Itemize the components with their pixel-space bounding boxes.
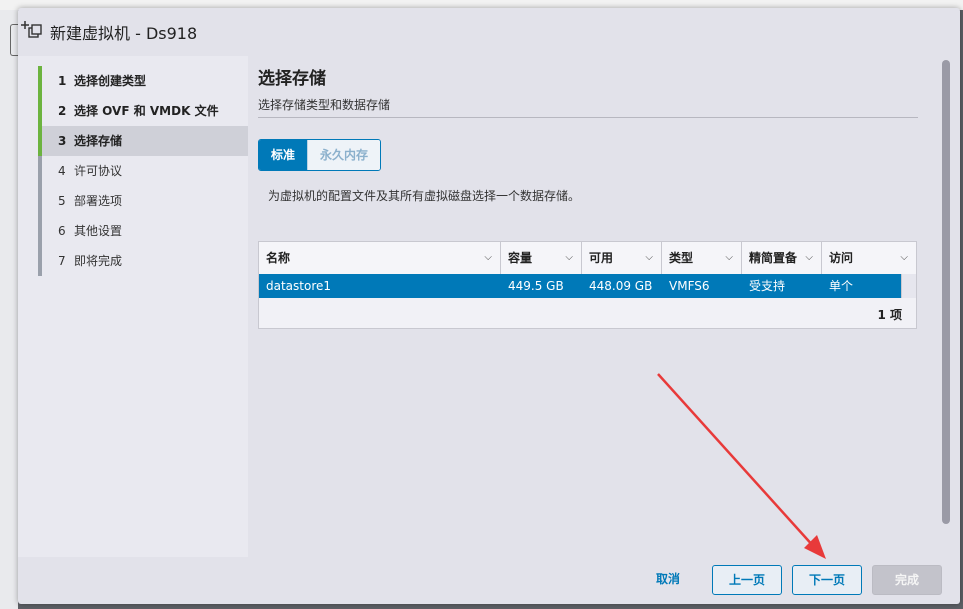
wizard-step-2[interactable]: 2 选择 OVF 和 VMDK 文件	[38, 96, 248, 126]
dialog-title: 新建虚拟机 - Ds918	[50, 24, 198, 43]
wizard-step-list: 1 选择创建类型 2 选择 OVF 和 VMDK 文件 3 选择存储 4 许可协议 5部…	[38, 66, 248, 276]
cell-access: 单个	[829, 279, 854, 293]
column-type[interactable]: 类型 ⌵	[662, 242, 742, 274]
chevron-down-icon[interactable]: ⌵	[725, 242, 733, 274]
column-capacity[interactable]: 容量 ⌵	[501, 242, 582, 274]
main-content: 选择存储 选择存储类型和数据存储 标准 永久内存 为虚拟机的配置文件及其所有虚拟…	[258, 56, 918, 557]
cell-thin-provisioning: 受支持	[749, 279, 786, 293]
dialog-scrollbar[interactable]	[942, 60, 950, 524]
wizard-steps-panel: 1 选择创建类型 2 选择 OVF 和 VMDK 文件 3 选择存储 4 许可协议 5部…	[18, 56, 248, 557]
datastore-description: 为虚拟机的配置文件及其所有虚拟磁盘选择一个数据存储。	[268, 189, 581, 203]
cancel-button[interactable]: 取消	[638, 565, 698, 595]
tab-persistent-memory[interactable]: 永久内存	[307, 140, 381, 170]
wizard-step-7[interactable]: 7 即将完成	[38, 246, 248, 276]
background-app-edge	[0, 10, 19, 609]
column-access[interactable]: 访问 ⌵	[822, 242, 916, 274]
previous-button[interactable]: 上一页	[712, 565, 782, 595]
dialog-title-bar: 新建虚拟机 - Ds918	[18, 8, 960, 54]
cell-free: 448.09 GB	[589, 279, 653, 293]
chevron-down-icon[interactable]: ⌵	[805, 242, 813, 274]
wizard-step-5[interactable]: 5 部署选项	[38, 186, 248, 216]
storage-type-toggle: 标准 永久内存	[258, 139, 382, 171]
grid-scrollbar[interactable]	[901, 274, 916, 298]
column-free[interactable]: 可用 ⌵	[582, 242, 662, 274]
wizard-step-1[interactable]: 1 选择创建类型	[38, 66, 248, 96]
grid-header: 名称 ⌵ 容量 ⌵ 可用 ⌵ 类型 ⌵ 精简置备 ⌵ 访问 ⌵	[259, 242, 916, 275]
dialog-footer: 取消 上一页 下一页 完成	[18, 557, 960, 604]
divider	[258, 117, 918, 118]
tab-standard[interactable]: 标准	[259, 140, 308, 170]
datastore-grid: 名称 ⌵ 容量 ⌵ 可用 ⌵ 类型 ⌵ 精简置备 ⌵ 访问 ⌵ datastore1 449…	[258, 241, 917, 329]
wizard-step-3[interactable]: 3 选择存储	[38, 126, 248, 156]
chevron-down-icon[interactable]: ⌵	[565, 242, 573, 274]
next-button[interactable]: 下一页	[792, 565, 862, 595]
cell-name: datastore1	[266, 279, 332, 293]
cell-capacity: 449.5 GB	[508, 279, 564, 293]
page-title: 选择存储	[258, 69, 326, 89]
page-subtitle: 选择存储类型和数据存储	[258, 98, 391, 112]
chevron-down-icon[interactable]: ⌵	[484, 242, 492, 274]
new-vm-icon	[21, 21, 42, 38]
chevron-down-icon[interactable]: ⌵	[645, 242, 653, 274]
grid-item-count: 1 项	[877, 308, 902, 322]
table-row[interactable]: datastore1 449.5 GB 448.09 GB VMFS6 受支持 …	[259, 274, 902, 298]
new-vm-dialog: 新建虚拟机 - Ds918 1 选择创建类型 2 选择 OVF 和 VMDK 文件 …	[18, 8, 960, 604]
wizard-step-4[interactable]: 4 许可协议	[38, 156, 248, 186]
cell-type: VMFS6	[669, 279, 710, 293]
wizard-step-6[interactable]: 6 其他设置	[38, 216, 248, 246]
column-thin-provisioning[interactable]: 精简置备 ⌵	[742, 242, 822, 274]
column-name[interactable]: 名称 ⌵	[259, 242, 501, 274]
chevron-down-icon[interactable]: ⌵	[900, 242, 908, 274]
finish-button[interactable]: 完成	[872, 565, 942, 595]
